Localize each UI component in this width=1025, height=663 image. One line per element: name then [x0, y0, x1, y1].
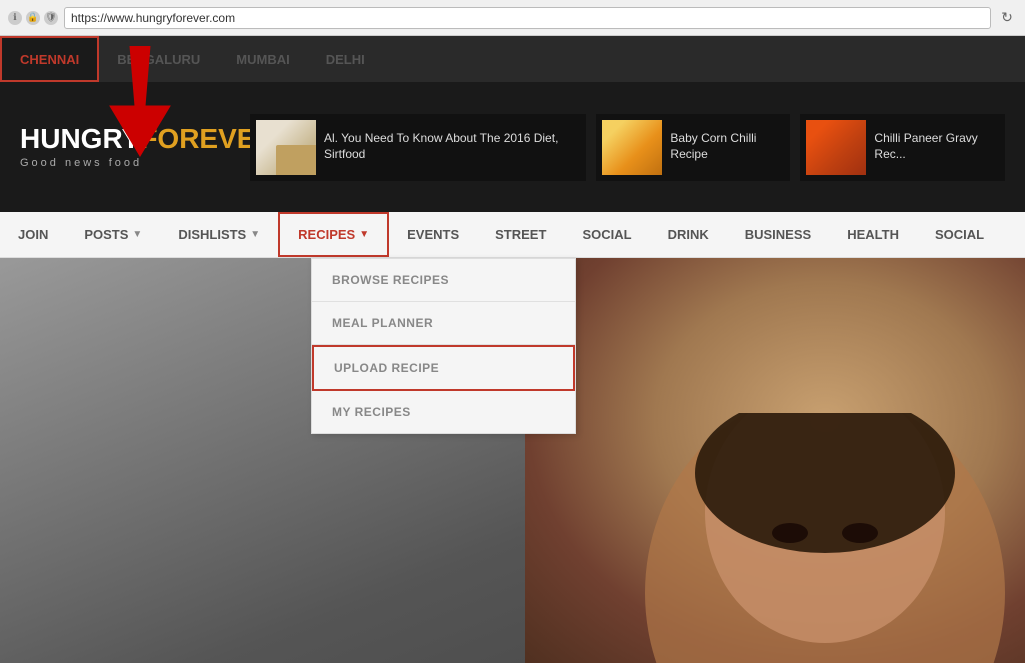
main-navigation: JOIN POSTS ▼ DISHLISTS ▼ RECIPES ▼ EVENT…	[0, 212, 1025, 258]
recipes-dropdown: BROWSE RECIPES MEAL PLANNER UPLOAD RECIP…	[311, 258, 576, 434]
nav-street[interactable]: STREET	[477, 212, 564, 257]
nav-health[interactable]: HEALTH	[829, 212, 917, 257]
dropdown-meal-planner[interactable]: MEAL PLANNER	[312, 302, 575, 345]
recent-posts-ticker: Al. You Need To Know About The 2016 Diet…	[250, 114, 1005, 181]
post-title-2: Baby Corn Chilli Recipe	[670, 131, 784, 162]
nav-posts[interactable]: POSTS ▼	[66, 212, 160, 257]
logo-tagline: Good news food	[20, 157, 220, 169]
browser-security-icons: ℹ 🔒 🛡	[8, 11, 58, 25]
browser-bar: ℹ 🔒 🛡 https://www.hungryforever.com ↻	[0, 0, 1025, 36]
city-nav-bengaluru[interactable]: BENGALURU	[99, 36, 218, 82]
nav-join[interactable]: JOIN	[0, 212, 66, 257]
shield-icon: 🛡	[44, 11, 58, 25]
post-thumb-1	[256, 120, 316, 175]
dropdown-browse-recipes[interactable]: BROWSE RECIPES	[312, 259, 575, 302]
dropdown-upload-recipe[interactable]: UPLOAD RECIPE	[312, 345, 575, 391]
post-thumb-3	[806, 120, 866, 175]
post-thumb-2	[602, 120, 662, 175]
nav-business[interactable]: BUSINESS	[727, 212, 829, 257]
dropdown-my-recipes[interactable]: MY RECIPES	[312, 391, 575, 433]
refresh-button[interactable]: ↻	[997, 8, 1017, 28]
site-header: HUNGRYFOREVER Good news food Al. You Nee…	[0, 82, 1025, 212]
logo-text: HUNGRYFOREVER	[20, 125, 220, 153]
dishlists-arrow-icon: ▼	[250, 229, 260, 240]
recent-post-3[interactable]: Chilli Paneer Gravy Rec...	[800, 114, 1005, 181]
nav-social2[interactable]: SOCIAL	[917, 212, 1002, 257]
hero-image	[525, 258, 1025, 663]
posts-arrow-icon: ▼	[132, 229, 142, 240]
lock-icon: 🔒	[26, 11, 40, 25]
recent-post-1[interactable]: Al. You Need To Know About The 2016 Diet…	[250, 114, 586, 181]
post-title-3: Chilli Paneer Gravy Rec...	[874, 131, 999, 162]
city-nav-chennai[interactable]: CHENNAI	[0, 36, 99, 82]
logo[interactable]: HUNGRYFOREVER Good news food	[20, 125, 220, 169]
nav-social[interactable]: SOCIAL	[564, 212, 649, 257]
recent-post-2[interactable]: Baby Corn Chilli Recipe	[596, 114, 790, 181]
city-navigation: CHENNAI BENGALURU MUMBAI DELHI	[0, 36, 1025, 82]
nav-dishlists[interactable]: DISHLISTS ▼	[160, 212, 278, 257]
nav-events[interactable]: EVENTS	[389, 212, 477, 257]
nav-recipes[interactable]: RECIPES ▼	[278, 212, 389, 257]
recipes-arrow-icon: ▼	[359, 229, 369, 240]
info-icon: ℹ	[8, 11, 22, 25]
city-nav-delhi[interactable]: DELHI	[308, 36, 383, 82]
post-title-1: Al. You Need To Know About The 2016 Diet…	[324, 131, 580, 162]
address-bar[interactable]: https://www.hungryforever.com	[64, 7, 991, 29]
url-text: https://www.hungryforever.com	[71, 11, 235, 25]
city-nav-mumbai[interactable]: MUMBAI	[218, 36, 307, 82]
nav-drink[interactable]: DRINK	[650, 212, 727, 257]
